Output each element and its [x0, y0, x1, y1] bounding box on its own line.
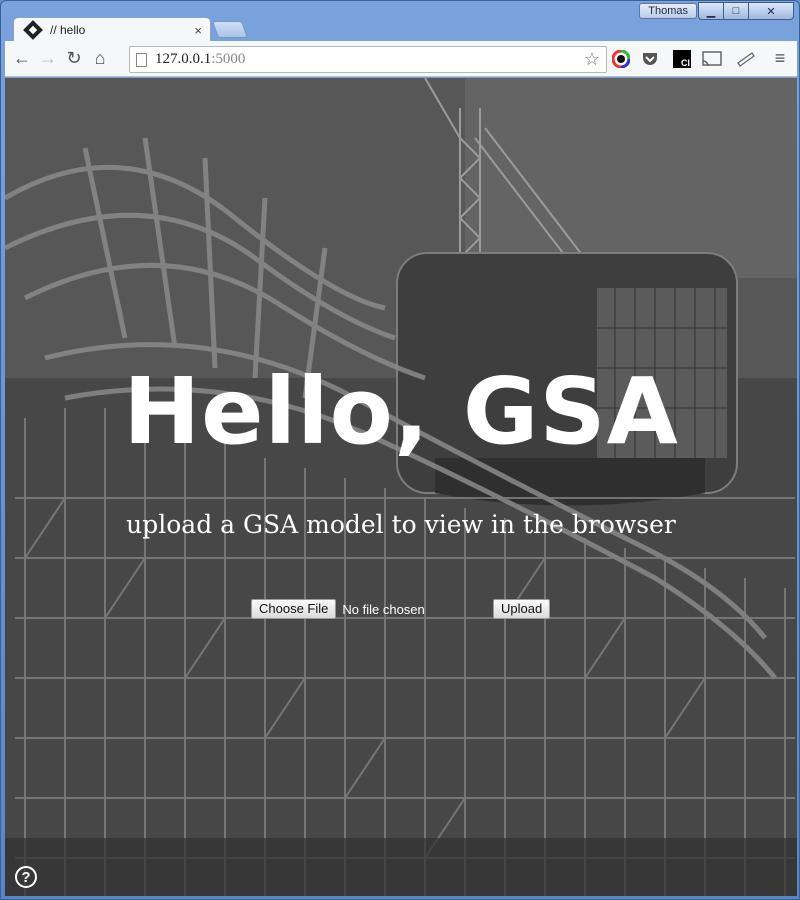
home-icon[interactable]: ⌂ — [87, 46, 113, 72]
new-tab-button[interactable] — [211, 21, 249, 38]
svg-text:CI: CI — [681, 58, 690, 68]
page-title: Hello, GSA — [123, 358, 679, 465]
no-file-chosen-text: No file chosen — [342, 601, 425, 617]
browser-toolbar: ← → ↻ ⌂ 127.0.0.1:5000 ☆ CI ≡ — [5, 41, 797, 77]
address-bar[interactable]: 127.0.0.1:5000 ☆ — [129, 46, 607, 73]
chrome-menu-icon[interactable]: ≡ — [767, 46, 793, 72]
profile-badge[interactable]: Thomas — [639, 3, 697, 19]
minimize-icon: ▁ — [706, 5, 716, 18]
url-host: 127.0.0.1 — [155, 51, 212, 67]
pocket-extension-icon[interactable] — [639, 48, 661, 70]
close-window-button[interactable]: ✕ — [748, 2, 794, 20]
color-wheel-extension-icon[interactable] — [610, 48, 632, 70]
close-icon: ✕ — [766, 5, 776, 18]
tab-hello[interactable]: // hello × — [13, 17, 211, 42]
file-input[interactable]: Choose File No file chosen — [251, 599, 425, 619]
minimize-button[interactable]: ▁ — [698, 2, 724, 20]
tab-close-icon[interactable]: × — [194, 23, 202, 38]
cast-icon[interactable] — [701, 48, 723, 70]
bookmark-star-icon[interactable]: ☆ — [584, 49, 600, 70]
gsa-favicon-icon — [23, 20, 43, 40]
forward-icon[interactable]: → — [35, 46, 61, 72]
upload-button[interactable]: Upload — [493, 599, 551, 619]
title-bar: Thomas ▁ □ ✕ // hello × — [1, 1, 799, 42]
maximize-icon: □ — [732, 5, 740, 17]
help-icon[interactable]: ? — [15, 866, 37, 888]
ci-extension-icon[interactable]: CI — [671, 48, 693, 70]
construction-background-image — [5, 78, 797, 896]
browser-window: Thomas ▁ □ ✕ // hello × ← → ↻ ⌂ 127.0.0.… — [0, 0, 800, 900]
sketch-extension-icon[interactable] — [735, 48, 757, 70]
tab-title: // hello — [50, 23, 86, 37]
url-port: :5000 — [211, 51, 246, 67]
maximize-button[interactable]: □ — [723, 2, 749, 20]
reload-icon[interactable]: ↻ — [61, 46, 87, 72]
window-controls: ▁ □ ✕ — [698, 2, 794, 20]
page-content: Hello, GSA upload a GSA model to view in… — [5, 78, 797, 896]
back-icon[interactable]: ← — [9, 46, 35, 72]
choose-file-button[interactable]: Choose File — [251, 599, 337, 619]
page-subtitle: upload a GSA model to view in the browse… — [126, 510, 676, 539]
page-icon — [136, 52, 147, 67]
